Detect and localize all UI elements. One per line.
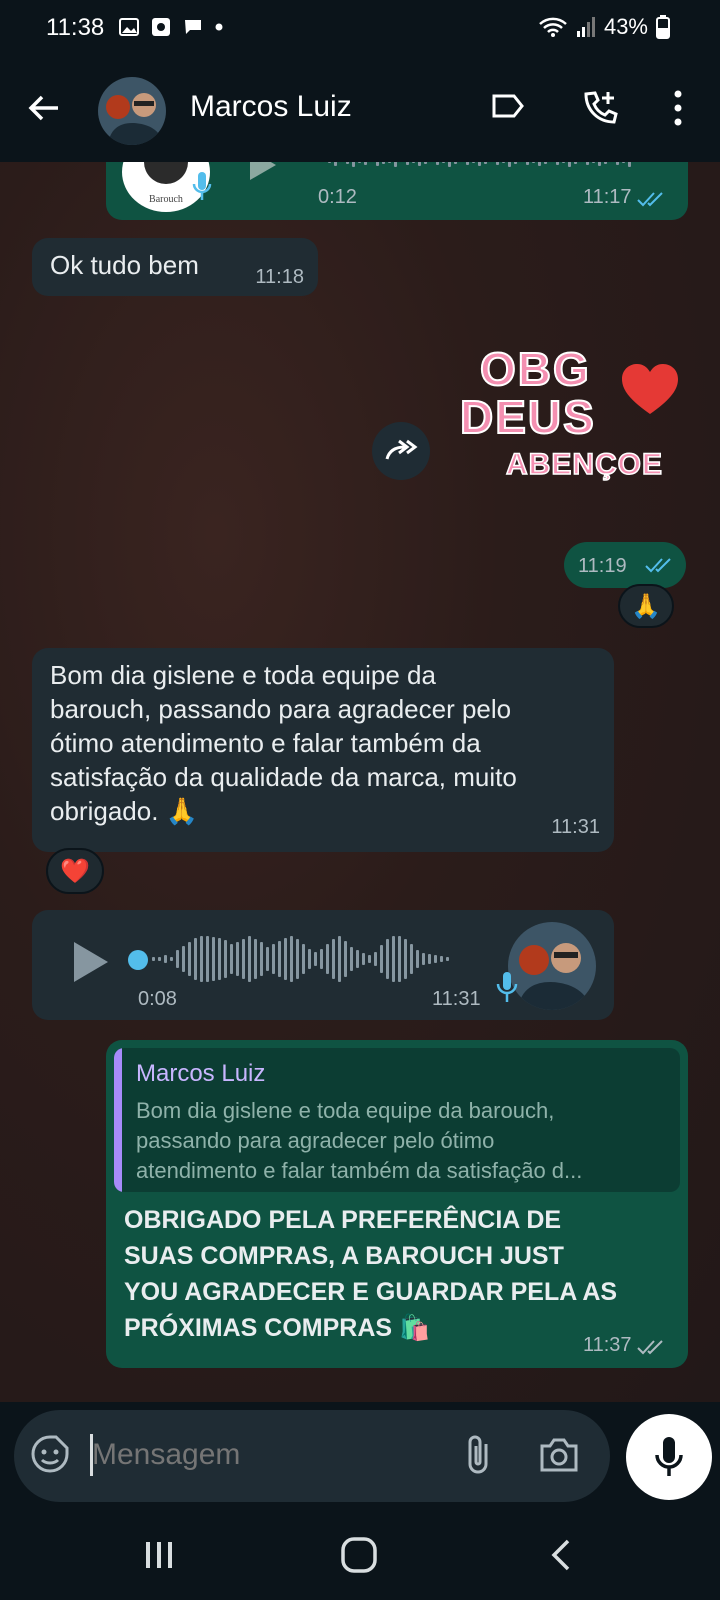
message-time: 11:31 <box>432 988 481 1010</box>
message-time: 11:31 <box>551 816 600 838</box>
message-notif-icon <box>185 20 201 34</box>
reaction-badge[interactable]: ❤️ <box>46 848 104 894</box>
mic-icon <box>655 1437 683 1476</box>
sticker-obg-deus[interactable]: OBG DEUS ABENÇOE <box>459 342 686 502</box>
message-input[interactable] <box>92 1430 432 1480</box>
heart-icon <box>622 364 678 414</box>
outgoing-reply-message[interactable]: Marcos Luiz Bom dia gislene e toda equip… <box>106 1040 688 1368</box>
back-arrow-icon[interactable] <box>26 90 62 126</box>
dot-icon <box>215 23 223 31</box>
signal-icon <box>576 17 595 37</box>
gallery-icon <box>119 18 139 36</box>
home-icon[interactable] <box>340 1536 378 1574</box>
delivered-ticks-icon <box>637 1340 663 1355</box>
nav-back-icon[interactable] <box>548 1538 572 1572</box>
voice-progress-dot[interactable] <box>128 950 148 970</box>
message-time: 11:18 <box>255 266 304 288</box>
message-time: 11:37 <box>582 1334 632 1356</box>
battery-percent: 43% <box>603 14 648 39</box>
voice-waveform[interactable] <box>328 162 634 174</box>
reply-text: OBRIGADO PELA PREFERÊNCIA DE SUAS COMPRA… <box>124 1206 618 1342</box>
status-right: 43% <box>538 14 670 40</box>
chat-header: Marcos Luiz <box>0 58 720 162</box>
svg-text:Barouch: Barouch <box>149 194 183 205</box>
status-bar: 11:38 43% <box>0 0 720 58</box>
camera-notif-icon <box>152 18 170 36</box>
quoted-text: Bom dia gislene e toda equipe da barouch… <box>136 1098 583 1183</box>
reaction-badge[interactable]: 🙏 <box>618 584 674 628</box>
status-time: 11:38 <box>46 14 105 41</box>
message-time: 11:17 <box>582 186 632 208</box>
quote-bar <box>114 1048 122 1192</box>
notification-icons <box>118 16 224 38</box>
voice-duration: 0:08 <box>138 988 177 1010</box>
attach-icon[interactable] <box>466 1434 494 1476</box>
message-composer[interactable] <box>14 1410 610 1502</box>
sticker-time-pill: 11:19 <box>564 542 686 588</box>
play-icon[interactable] <box>70 940 110 984</box>
message-text: Ok tudo bem <box>50 250 199 280</box>
battery-icon <box>656 15 670 39</box>
sticker-line-2: DEUS <box>459 390 596 444</box>
play-icon[interactable] <box>246 162 280 180</box>
message-meta: 11:37 <box>583 1334 668 1357</box>
voice-record-button[interactable] <box>626 1414 712 1500</box>
camera-icon[interactable] <box>538 1436 580 1474</box>
sticker-emoji-icon[interactable] <box>30 1434 70 1474</box>
voice-waveform[interactable] <box>152 934 452 984</box>
incoming-message[interactable]: Ok tudo bem 11:18 <box>32 238 318 296</box>
incoming-message-long[interactable]: Bom dia gislene e toda equipe da barouch… <box>32 648 614 852</box>
chat-area[interactable]: Barouch 0:12 11:17 Ok tudo bem 11:18 OBG… <box>0 162 720 1402</box>
voice-sender-avatar[interactable] <box>508 922 596 1010</box>
label-icon[interactable] <box>490 88 526 124</box>
contact-name[interactable]: Marcos Luiz <box>190 90 352 124</box>
sticker-line-1: OBG <box>479 342 591 396</box>
message-meta: 11:17 <box>583 186 668 209</box>
quoted-message[interactable]: Marcos Luiz Bom dia gislene e toda equip… <box>114 1048 680 1192</box>
add-call-icon[interactable] <box>580 88 620 128</box>
forward-icon <box>385 439 418 460</box>
forward-button[interactable] <box>372 422 430 480</box>
voice-duration: 0:12 <box>318 186 357 208</box>
quoted-sender: Marcos Luiz <box>136 1060 266 1087</box>
message-time: 11:19 <box>578 555 627 577</box>
voice-message-incoming[interactable]: 0:08 11:31 <box>32 910 614 1020</box>
mic-small-icon <box>192 172 212 200</box>
more-vert-icon[interactable] <box>672 88 684 128</box>
voice-message-outgoing[interactable]: Barouch 0:12 11:17 <box>106 162 688 220</box>
read-ticks-icon <box>637 192 663 207</box>
message-text: Bom dia gislene e toda equipe da barouch… <box>50 660 517 826</box>
contact-avatar[interactable] <box>98 77 166 145</box>
sticker-line-3: ABENÇOE <box>505 447 664 482</box>
recents-icon[interactable] <box>144 1540 174 1570</box>
wifi-icon <box>539 17 567 37</box>
mic-small-icon <box>496 972 518 1002</box>
system-nav-bar <box>0 1510 720 1600</box>
read-ticks-icon <box>645 558 671 573</box>
